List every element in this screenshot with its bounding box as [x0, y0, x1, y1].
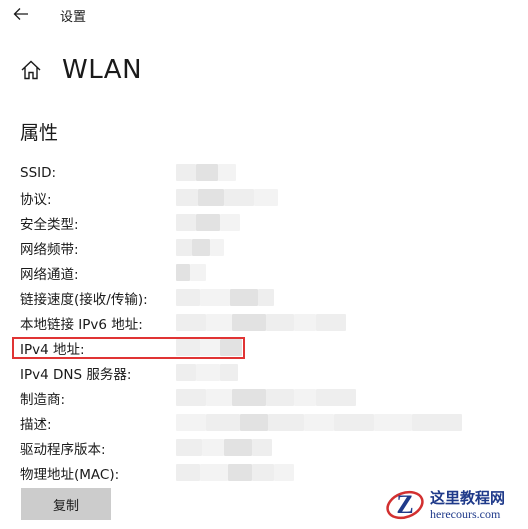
property-value-redacted	[176, 214, 240, 231]
property-value-redacted	[176, 439, 272, 456]
property-label: 物理地址(MAC):	[20, 466, 120, 483]
back-arrow-icon	[13, 8, 28, 20]
property-label: 协议:	[20, 191, 52, 208]
svg-text:Z: Z	[396, 490, 413, 519]
title-bar: 设置	[0, 0, 528, 30]
highlight-box	[12, 337, 245, 359]
back-button[interactable]	[8, 2, 34, 26]
property-row: 网络通道:	[20, 260, 520, 285]
property-label: 网络频带:	[20, 241, 79, 258]
property-value-redacted	[176, 314, 346, 331]
property-value-redacted	[176, 414, 462, 431]
property-label: 驱动程序版本:	[20, 441, 106, 458]
property-label: 网络通道:	[20, 266, 79, 283]
copy-button[interactable]: 复制	[21, 488, 111, 520]
property-row: SSID:	[20, 160, 520, 185]
property-row: 协议:	[20, 185, 520, 210]
property-label: 安全类型:	[20, 216, 79, 233]
property-value-redacted	[176, 389, 356, 406]
property-row: 制造商:	[20, 385, 520, 410]
property-row: 网络频带:	[20, 235, 520, 260]
property-value-redacted	[176, 239, 224, 256]
property-value-redacted	[176, 464, 294, 481]
property-row: 链接速度(接收/传输):	[20, 285, 520, 310]
property-row: IPv4 DNS 服务器:	[20, 360, 520, 385]
page-header: WLAN	[20, 52, 142, 88]
watermark-logo-icon: Z	[386, 490, 424, 520]
property-row: 驱动程序版本:	[20, 435, 520, 460]
section-title: 属性	[20, 122, 59, 144]
watermark-url: herecours.com	[430, 507, 501, 521]
property-label: SSID:	[20, 164, 57, 181]
property-row: 本地链接 IPv6 地址:	[20, 310, 520, 335]
watermark: Z 这里教程网 herecours.com	[384, 484, 524, 526]
property-label: 描述:	[20, 416, 52, 433]
home-icon[interactable]	[20, 59, 42, 81]
watermark-name: 这里教程网	[430, 489, 506, 507]
property-value-redacted	[176, 289, 274, 306]
property-row: 物理地址(MAC):	[20, 460, 520, 485]
property-value-redacted	[176, 164, 236, 181]
page-title: WLAN	[62, 55, 143, 85]
property-label: 本地链接 IPv6 地址:	[20, 316, 143, 333]
property-label: 制造商:	[20, 391, 66, 408]
property-value-redacted	[176, 364, 238, 381]
property-value-redacted	[176, 264, 206, 281]
property-label: IPv4 DNS 服务器:	[20, 366, 132, 383]
property-row: 安全类型:	[20, 210, 520, 235]
properties-list: SSID: 协议: 安全类型: 网络频带: 网络通道: 链接速度(接收/传输): 本地链接 …	[20, 160, 520, 485]
property-label: 链接速度(接收/传输):	[20, 291, 148, 308]
property-value-redacted	[176, 189, 278, 206]
property-row: 描述:	[20, 410, 520, 435]
app-title: 设置	[60, 10, 87, 25]
